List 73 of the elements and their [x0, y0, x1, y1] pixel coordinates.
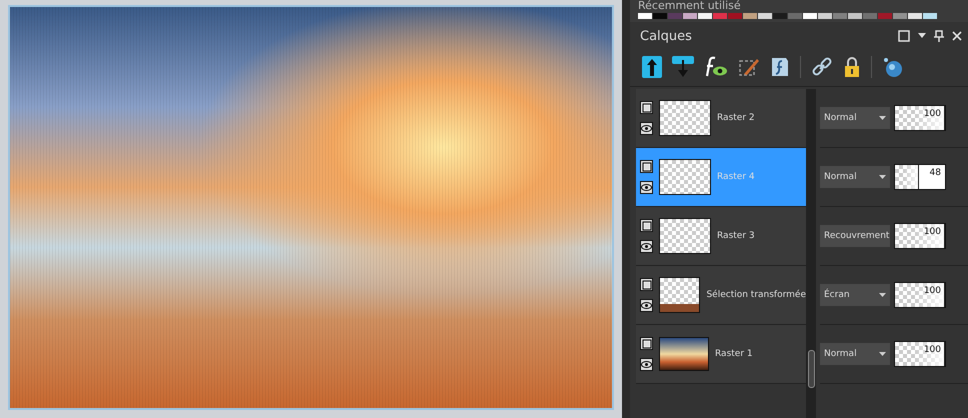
color-swatch[interactable] [878, 13, 892, 19]
dropdown-caret-icon[interactable] [918, 33, 926, 39]
color-swatch[interactable] [803, 13, 817, 19]
splitter-handle[interactable] [808, 350, 814, 388]
sphere-icon[interactable] [882, 56, 904, 78]
eye-icon[interactable] [640, 122, 653, 135]
color-swatch[interactable] [713, 13, 727, 19]
blend-mode-dropdown[interactable]: Recouvrement [820, 225, 890, 247]
mask-link-icon[interactable] [640, 337, 653, 350]
color-swatch[interactable] [653, 13, 667, 19]
layer-thumbnail [659, 337, 709, 371]
color-swatch[interactable] [683, 13, 697, 19]
opacity-slider[interactable]: 48 [894, 164, 946, 190]
layer-row[interactable]: Sélection transformée [636, 266, 806, 325]
blend-mode-dropdown[interactable]: Normal [820, 343, 890, 365]
layer-thumbnail [659, 277, 700, 313]
color-swatch[interactable] [698, 13, 712, 19]
arrow-up-icon[interactable] [642, 56, 662, 78]
layer-name: Raster 1 [715, 349, 753, 359]
pin-icon[interactable] [934, 30, 944, 42]
panel-title: Calques [640, 28, 692, 44]
caret-icon [879, 352, 886, 356]
layer-name: Raster 3 [717, 231, 755, 241]
color-swatch[interactable] [638, 13, 652, 19]
color-swatch[interactable] [743, 13, 757, 19]
padlock-icon[interactable] [843, 56, 861, 78]
brush-mask-icon[interactable] [738, 56, 760, 78]
eye-icon[interactable] [640, 181, 653, 194]
color-swatch[interactable] [818, 13, 832, 19]
color-swatch[interactable] [893, 13, 907, 19]
close-icon[interactable] [952, 31, 962, 41]
layer-thumbnail [659, 100, 711, 136]
palette-title: Récemment utilisé [638, 0, 742, 11]
eye-icon[interactable] [640, 299, 653, 312]
eye-icon[interactable] [640, 358, 653, 371]
color-swatch[interactable] [728, 13, 742, 19]
fx-eye-icon[interactable] [704, 56, 728, 78]
arrow-down-icon[interactable] [672, 56, 694, 78]
color-swatch[interactable] [908, 13, 922, 19]
color-swatch[interactable] [833, 13, 847, 19]
color-swatch[interactable] [788, 13, 802, 19]
blend-mode-dropdown[interactable]: Écran [820, 284, 890, 306]
blend-mode-dropdown[interactable]: Normal [820, 107, 890, 129]
mask-link-icon[interactable] [640, 219, 653, 232]
mask-link-icon[interactable] [640, 160, 653, 173]
mask-link-icon[interactable] [640, 101, 653, 114]
layer-name: Raster 2 [717, 113, 755, 123]
layer-name: Raster 4 [717, 172, 755, 182]
opacity-slider[interactable]: 100 [894, 105, 946, 131]
layer-row[interactable]: Raster 2 [636, 89, 806, 148]
color-swatch[interactable] [923, 13, 937, 19]
caret-icon [879, 293, 886, 297]
opacity-slider[interactable]: 100 [894, 341, 946, 367]
color-swatch[interactable] [863, 13, 877, 19]
color-swatch[interactable] [758, 13, 772, 19]
layer-name: Sélection transformée [706, 290, 806, 300]
opacity-slider[interactable]: 100 [894, 282, 946, 308]
color-swatch[interactable] [848, 13, 862, 19]
link-icon[interactable] [811, 56, 833, 78]
maximize-icon[interactable] [898, 30, 910, 42]
caret-icon [879, 175, 886, 179]
color-swatch[interactable] [668, 13, 682, 19]
mask-link-icon[interactable] [640, 278, 653, 291]
layer-thumbnail [659, 159, 711, 195]
opacity-slider[interactable]: 100 [894, 223, 946, 249]
caret-icon [879, 116, 886, 120]
eye-icon[interactable] [640, 240, 653, 253]
layer-thumbnail [659, 218, 711, 254]
layer-row[interactable]: Raster 3 [636, 207, 806, 266]
layer-row[interactable]: Raster 1 [636, 325, 806, 384]
color-swatch[interactable] [773, 13, 787, 19]
blend-mode-dropdown[interactable]: Normal [820, 166, 890, 188]
script-page-icon[interactable] [770, 56, 790, 78]
